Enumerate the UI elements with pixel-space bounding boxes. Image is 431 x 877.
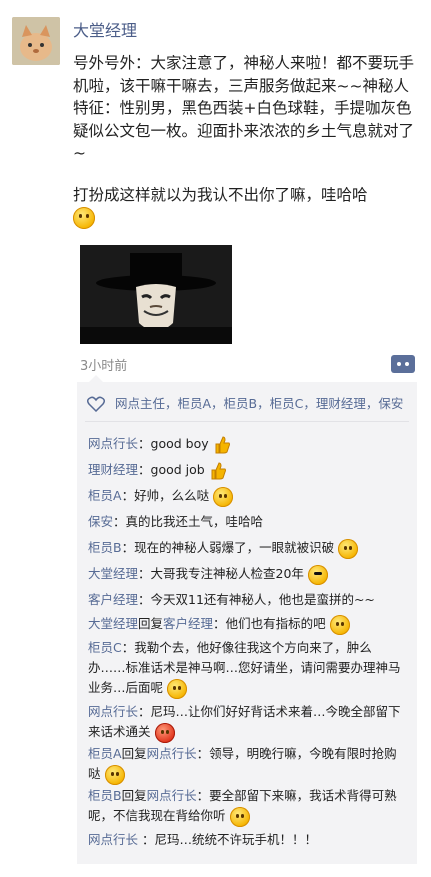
reply-target[interactable]: 客户经理	[163, 616, 213, 631]
thumbs-up-icon	[211, 461, 226, 479]
comment-item[interactable]: 网点行长 ：尼玛…统统不许玩手机！！！	[88, 830, 408, 850]
blush-emoji-icon	[213, 486, 234, 507]
comment-item[interactable]: 网点行长：尼玛…让你们好好背话术来着…今晚全部留下来话术通关	[88, 702, 408, 743]
comment-separator: ：	[138, 832, 155, 847]
thinking-emoji-icon	[338, 538, 359, 559]
comment-author[interactable]: 柜员B	[88, 788, 122, 803]
comment-separator: ：	[196, 788, 210, 803]
comment-item[interactable]: 网点行长：good boy	[88, 434, 408, 455]
post-photo[interactable]	[80, 245, 232, 344]
author-name[interactable]: 大堂经理	[73, 17, 137, 41]
comment-author[interactable]: 柜员C	[88, 640, 122, 655]
shy-emoji-icon	[229, 806, 250, 827]
reply-word: 回复	[121, 746, 147, 761]
comment-text: 大哥我专注神秘人检查20年	[150, 566, 304, 581]
post-text-paragraph-1: 号外号外：大家注意了，神秘人来啦！都不要玩手机啦，该干嘛干嘛去，三声服务做起来~…	[73, 54, 415, 162]
comment-separator: ：	[213, 616, 226, 631]
cat-avatar-image	[12, 17, 60, 65]
laugh-emoji-icon	[167, 678, 187, 699]
heart-icon	[87, 396, 105, 412]
comment-text: 我勒个去，他好像往我这个方向来了，肿么办……标准话术是神马啊…您好请坐，请问需要…	[88, 640, 401, 695]
comment-author[interactable]: 客户经理	[88, 592, 138, 607]
comment-item[interactable]: 柜员B：现在的神秘人弱爆了，一眼就被识破	[88, 538, 408, 559]
post-text-paragraph-2-text: 打扮成这样就以为我认不出你了嘛，哇哈哈	[73, 186, 368, 204]
comment-text: 他们也有指标的吧	[225, 616, 326, 631]
comment-separator: ：	[196, 746, 210, 761]
comment-item[interactable]: 柜员C：我勒个去，他好像往我这个方向来了，肿么办……标准话术是神马啊…您好请坐，…	[88, 638, 408, 699]
comment-item[interactable]: 大堂经理回复客户经理：他们也有指标的吧	[88, 614, 408, 635]
comment-author[interactable]: 网点行长	[88, 832, 138, 847]
comment-item[interactable]: 保安：真的比我还土气，哇哈哈	[88, 512, 408, 532]
comment-item[interactable]: 客户经理：今天双11还有神秘人，他也是蛮拼的~~	[88, 590, 408, 610]
comment-item[interactable]: 柜员A：好帅，么么哒	[88, 486, 408, 507]
comment-author[interactable]: 网点行长	[88, 704, 138, 719]
laughing-emoji-icon	[73, 207, 95, 229]
reply-target[interactable]: 网点行长	[147, 788, 197, 803]
comment-text: 今天双11还有神秘人，他也是蛮拼的~~	[150, 592, 375, 607]
comment-text: 现在的神秘人弱爆了，一眼就被识破	[134, 540, 335, 555]
post-text-paragraph-2: 打扮成这样就以为我认不出你了嘛，哇哈哈	[73, 184, 415, 229]
comment-separator: ：	[138, 462, 151, 477]
likes-row: 网点主任，柜员A，柜员B，柜员C，理财经理，保安	[85, 394, 409, 422]
likes-names[interactable]: 网点主任，柜员A，柜员B，柜员C，理财经理，保安	[115, 396, 403, 411]
comment-separator: ：	[121, 640, 135, 655]
thumbs-up-icon	[215, 435, 230, 453]
comment-text: 尼玛…统统不许玩手机！！！	[154, 832, 318, 847]
comment-text: good boy	[150, 436, 209, 451]
angry-emoji-icon	[154, 722, 175, 743]
reply-word: 回复	[121, 788, 147, 803]
comment-text: good job	[150, 462, 205, 477]
comment-author[interactable]: 柜员B	[88, 540, 122, 555]
comment-author[interactable]: 大堂经理	[88, 616, 138, 631]
comment-author[interactable]: 网点行长	[88, 436, 138, 451]
avatar[interactable]	[12, 17, 60, 65]
smirk-emoji-icon	[329, 614, 350, 635]
grin-emoji-icon	[104, 764, 125, 785]
comment-separator: ：	[121, 488, 135, 503]
comment-author[interactable]: 大堂经理	[88, 566, 138, 581]
comment-author[interactable]: 理财经理	[88, 462, 138, 477]
masked-man-image	[80, 245, 232, 344]
comment-separator: ：	[138, 566, 151, 581]
comment-item[interactable]: 柜员B回复网点行长：要全部留下来嘛，我话术背得可熟呢，不信我现在背给你听	[88, 786, 408, 827]
comment-text: 好帅，么么哒	[134, 488, 210, 503]
sunglasses-emoji-icon	[307, 564, 328, 585]
comment-separator: ：	[113, 514, 126, 529]
reply-word: 回复	[138, 616, 164, 631]
reply-target[interactable]: 网点行长	[147, 746, 197, 761]
comment-author[interactable]: 柜员A	[88, 488, 122, 503]
comment-author[interactable]: 柜员A	[88, 746, 122, 761]
comments-panel: 网点主任，柜员A，柜员B，柜员C，理财经理，保安 网点行长：good boy 理…	[77, 375, 417, 864]
comment-item[interactable]: 大堂经理：大哥我专注神秘人检查20年	[88, 564, 408, 585]
comment-separator: ：	[138, 436, 151, 451]
comment-text: 真的比我还土气，哇哈哈	[125, 514, 264, 529]
comment-item[interactable]: 理财经理：good job	[88, 460, 408, 481]
comment-separator: ：	[121, 540, 135, 555]
comment-separator: ：	[138, 592, 151, 607]
comment-menu-button[interactable]	[391, 355, 415, 373]
comment-author[interactable]: 保安	[88, 514, 113, 529]
comment-separator: ：	[138, 704, 151, 719]
post-timestamp: 3小时前	[80, 359, 128, 374]
comment-item[interactable]: 柜员A回复网点行长：领导，明晚行嘛，今晚有限时抢购哒	[88, 744, 408, 785]
